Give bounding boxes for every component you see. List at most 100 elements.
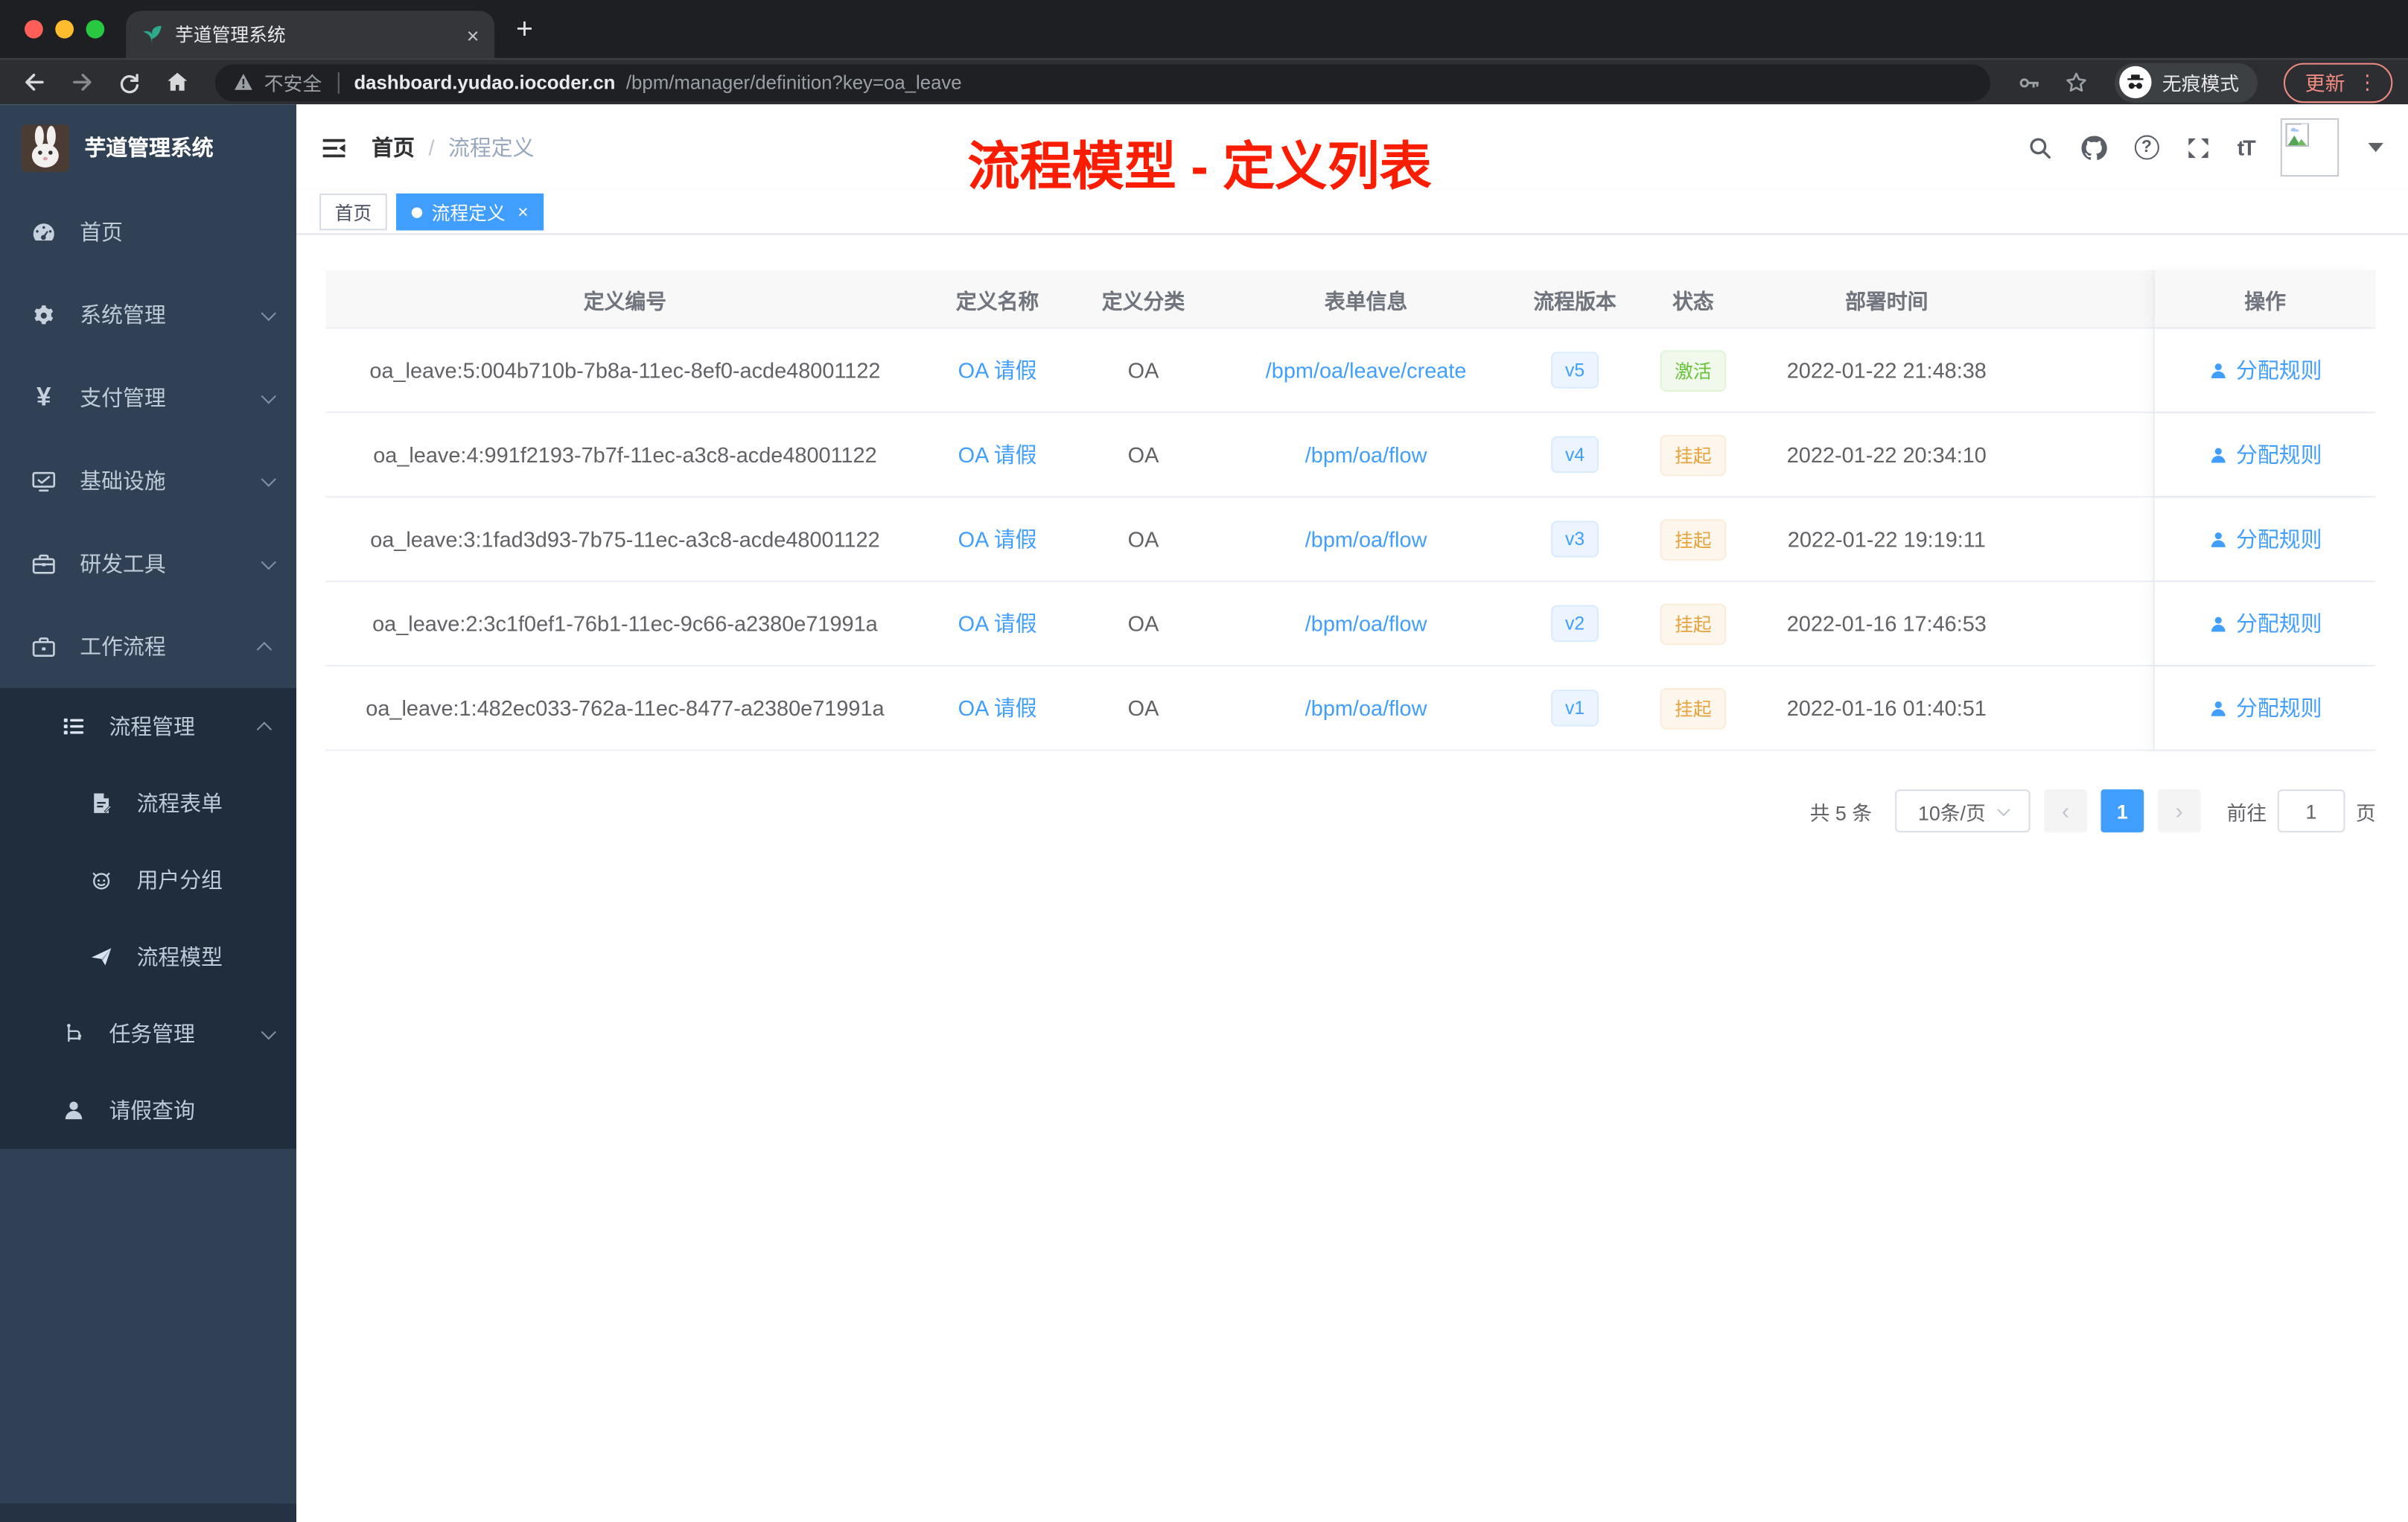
definition-name-link[interactable]: OA 请假 [958,611,1037,636]
browser-toolbar: 不安全 dashboard.yudao.iocoder.cn/bpm/manag… [0,58,2408,105]
definition-category: OA [1127,357,1159,383]
assign-rule-button[interactable]: 分配规则 [2208,523,2322,554]
browser-update-button[interactable]: 更新 ⋮ [2283,62,2393,103]
page-size-select[interactable]: 10条/页 [1895,789,2030,832]
tree-icon [62,1022,86,1046]
definition-name-link[interactable]: OA 请假 [958,526,1037,551]
forward-button[interactable] [63,64,101,101]
sidebar-item-process-model[interactable]: 流程模型 [0,918,296,995]
sidebar-item-label: 基础设施 [80,468,166,494]
status-badge: 挂起 [1660,602,1726,645]
sidebar-item-home[interactable]: 首页 [0,191,296,273]
form-link[interactable]: /bpm/oa/flow [1305,442,1427,467]
form-link[interactable]: /bpm/oa/flow [1305,526,1427,551]
form-icon [89,791,114,815]
user-icon [2211,616,2226,631]
version-badge: v2 [1551,605,1599,643]
form-link[interactable]: /bpm/oa/leave/create [1266,358,1467,383]
browser-tabstrip: 芋道管理系统 × + [0,0,2408,59]
password-key-icon[interactable] [2010,64,2048,101]
url-path: /bpm/manager/definition?key=oa_leave [625,71,962,93]
goto-page-input[interactable] [2277,789,2345,832]
definition-category: OA [1127,526,1159,552]
assign-rule-button[interactable]: 分配规则 [2208,354,2322,385]
form-link[interactable]: /bpm/oa/flow [1305,695,1427,720]
sidebar-item-system[interactable]: 系统管理 [0,273,296,356]
breadcrumb-current: 流程定义 [448,135,535,160]
bookmark-star-icon[interactable] [2058,64,2095,101]
definition-id: oa_leave:1:482ec033-762a-11ec-8477-a2380… [366,695,885,721]
url-bar[interactable]: 不安全 dashboard.yudao.iocoder.cn/bpm/manag… [214,63,1990,101]
font-size-icon[interactable]: tT [2237,136,2256,160]
chevron-down-icon [261,1023,276,1039]
sidebar-item-payment[interactable]: ¥ 支付管理 [0,357,296,439]
fullscreen-icon[interactable] [2185,134,2211,160]
user-icon [62,1098,86,1123]
avatar-caret-icon[interactable] [2368,142,2383,153]
user-icon [2211,447,2226,462]
assign-rule-button[interactable]: 分配规则 [2208,439,2322,470]
next-page-button[interactable]: › [2157,789,2201,832]
pagination: 共 5 条 10条/页 ‹ 1 › 前往 页 [325,789,2376,832]
definition-id: oa_leave:5:004b710b-7b8a-11ec-8ef0-acde4… [369,357,881,383]
reload-button[interactable] [111,64,148,101]
browser-tab[interactable]: 芋道管理系统 × [126,10,495,59]
breadcrumb-home[interactable]: 首页 [372,132,415,162]
table-row: oa_leave:3:1fad3d93-7b75-11ec-a3c8-acde4… [325,497,2376,582]
help-icon[interactable]: ? [2134,135,2159,160]
window-close-button[interactable] [25,19,43,39]
status-badge: 挂起 [1660,518,1726,560]
form-link[interactable]: /bpm/oa/flow [1305,611,1427,636]
github-icon[interactable] [2079,133,2108,162]
app-frame: 芋道管理系统 首页 系统管理 ¥ 支付管理 基础设施 研发工具 工作流程 流程管… [0,104,2408,1522]
avatar[interactable] [2280,118,2339,177]
browser-menu-icon[interactable]: ⋮ [2357,70,2377,95]
goto-page: 前往 页 [2227,789,2376,832]
new-tab-button[interactable]: + [516,14,533,48]
sidebar-item-workflow[interactable]: 工作流程 [0,605,296,688]
sidebar-item-label: 流程模型 [136,944,223,969]
sidebar-item-leave-query[interactable]: 请假查询 [0,1072,296,1149]
sidebar-item-process-mgmt[interactable]: 流程管理 [0,688,296,765]
definition-name-link[interactable]: OA 请假 [958,442,1037,467]
assign-rule-button[interactable]: 分配规则 [2208,608,2322,639]
sidebar-item-task-mgmt[interactable]: 任务管理 [0,996,296,1072]
sidebar-item-process-form[interactable]: 流程表单 [0,765,296,841]
prev-page-button[interactable]: ‹ [2044,789,2087,832]
chevron-down-icon [1997,803,2010,817]
sidebar-fold-icon[interactable] [321,134,347,160]
search-icon[interactable] [2027,134,2053,160]
page-content: 定义编号 定义名称 定义分类 表单信息 流程版本 状态 部署时间 操作 oa_l… [296,235,2408,1522]
chevron-down-icon [261,471,276,486]
security-label[interactable]: 不安全 [264,68,322,97]
assign-rule-button[interactable]: 分配规则 [2208,692,2322,723]
tag-process-definition[interactable]: 流程定义 × [396,193,544,231]
tag-close-icon[interactable]: × [517,201,528,223]
sidebar-item-label: 首页 [80,219,123,244]
incognito-label: 无痕模式 [2162,74,2240,95]
tab-title: 芋道管理系统 [175,25,286,46]
sidebar-logo[interactable]: 芋道管理系统 [0,104,296,191]
deploy-time: 2022-01-16 17:46:53 [1786,611,1987,636]
col-header: 部署时间 [1845,289,1928,313]
chevron-down-icon [261,553,276,570]
home-button[interactable] [158,64,195,101]
version-badge: v1 [1551,690,1599,727]
definition-name-link[interactable]: OA 请假 [958,358,1037,383]
main-area: 流程模型 - 定义列表 首页 / 流程定义 ? tT 首页 流程定义 × 定义编… [296,104,2408,1522]
back-button[interactable] [16,64,53,101]
dashboard-icon [31,219,57,245]
sidebar-item-devtools[interactable]: 研发工具 [0,522,296,605]
window-minimize-button[interactable] [55,19,74,39]
definition-name-link[interactable]: OA 请假 [958,695,1037,720]
window-zoom-button[interactable] [86,19,105,39]
tag-home[interactable]: 首页 [319,193,387,231]
breadcrumb: 首页 / 流程定义 [372,132,534,162]
sidebar-item-infra[interactable]: 基础设施 [0,439,296,522]
update-label[interactable]: 更新 [2305,68,2345,97]
tag-label: 流程定义 [431,202,506,224]
sidebar-item-label: 用户分组 [136,867,223,893]
tab-close-icon[interactable]: × [467,24,480,45]
current-page-button[interactable]: 1 [2100,789,2144,832]
sidebar-item-user-group[interactable]: 用户分组 [0,841,296,918]
